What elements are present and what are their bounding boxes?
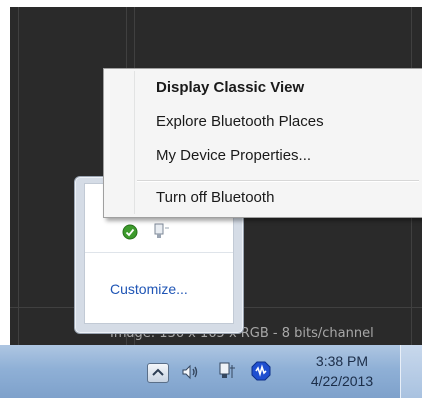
menu-item-explore-bluetooth-places[interactable]: Explore Bluetooth Places [107, 109, 421, 135]
menu-item-label: Display Classic View [156, 79, 305, 96]
network-icon[interactable] [217, 361, 237, 381]
network-icon[interactable] [153, 222, 171, 240]
menu-item-display-classic-view[interactable]: Display Classic View [107, 75, 421, 101]
taskbar: 3:38 PM 4/22/2013 [0, 345, 422, 398]
speaker-icon[interactable] [180, 362, 200, 382]
show-desktop-button[interactable] [400, 345, 422, 398]
menu-item-label: Explore Bluetooth Places [156, 113, 324, 130]
menu-item-label: My Device Properties... [156, 147, 312, 164]
clock-date: 4/22/2013 [310, 373, 374, 389]
panel-divider [85, 252, 233, 253]
menu-item-label: Turn off Bluetooth [156, 189, 275, 206]
chevron-up-icon [152, 368, 164, 376]
customize-link[interactable]: Customize... [110, 280, 188, 298]
bluetooth-context-menu: Display Classic View Explore Bluetooth P… [103, 68, 422, 218]
menu-item-turn-off-bluetooth[interactable]: Turn off Bluetooth [107, 185, 421, 211]
grid-line [18, 7, 19, 345]
show-hidden-icons-button[interactable] [147, 363, 169, 383]
bluetooth-icon[interactable] [251, 361, 271, 381]
green-shield-icon[interactable] [122, 224, 138, 240]
menu-item-my-device-properties[interactable]: My Device Properties... [107, 143, 421, 169]
menu-separator [137, 180, 419, 182]
desktop: Image: 136 x 165 x RGB - 8 bits/channel … [0, 0, 422, 398]
system-clock[interactable]: 3:38 PM 4/22/2013 [296, 351, 388, 395]
clock-time: 3:38 PM [315, 353, 369, 369]
